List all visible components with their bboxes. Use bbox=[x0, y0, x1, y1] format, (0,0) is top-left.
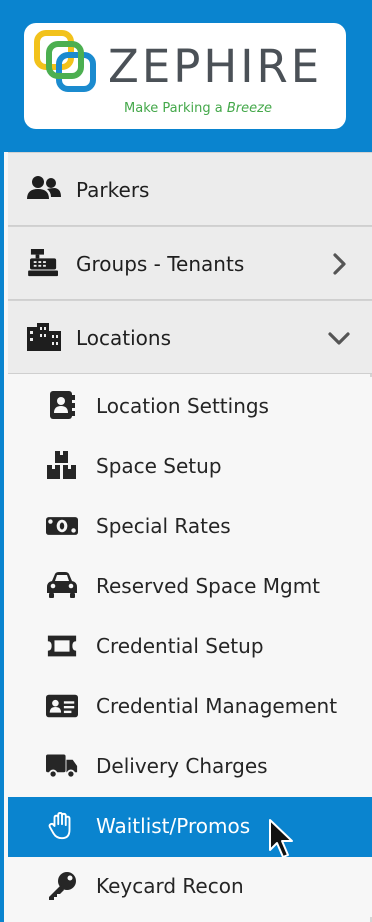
logo[interactable]: ZEPHIRE Make Parking a Breeze bbox=[24, 23, 346, 129]
sidebar-subitem-credential-management[interactable]: Credential Management bbox=[8, 677, 372, 737]
sidebar-subitem-label: Credential Setup bbox=[96, 634, 264, 658]
sidebar-subitem-keycard-recon[interactable]: Keycard Recon bbox=[8, 857, 372, 917]
ticket-icon bbox=[47, 635, 77, 657]
sidebar-item-groups-tenants[interactable]: Groups - Tenants bbox=[8, 226, 372, 300]
boxes-icon bbox=[47, 451, 76, 479]
sidebar-subitem-label: Special Rates bbox=[96, 514, 231, 538]
users-icon bbox=[27, 176, 61, 199]
chevron-down-icon bbox=[328, 332, 350, 345]
sidebar-subitem-space-setup[interactable]: Space Setup bbox=[8, 437, 372, 497]
sidebar-menu: Parkers Groups - Tenants Locations Locat… bbox=[0, 152, 372, 922]
sidebar-subitem-label: Reserved Space Mgmt bbox=[96, 574, 321, 598]
sidebar-subitem-label: Keycard Recon bbox=[96, 874, 244, 898]
sidebar-subitem-label: Credential Management bbox=[96, 694, 338, 718]
sidebar-item-label: Groups - Tenants bbox=[76, 252, 245, 276]
sidebar-subitem-label: Location Settings bbox=[96, 394, 269, 418]
truck-icon bbox=[46, 754, 78, 779]
id-card-icon bbox=[46, 694, 78, 718]
brand-name: ZEPHIRE bbox=[108, 40, 323, 93]
cash-register-icon bbox=[28, 249, 58, 277]
sidebar-subitem-reserved-space-mgmt[interactable]: Reserved Space Mgmt bbox=[8, 557, 372, 617]
building-icon bbox=[27, 323, 61, 351]
sidebar-subitem-label: Waitlist/Promos bbox=[96, 814, 251, 838]
address-book-icon bbox=[50, 391, 75, 419]
money-bill-icon bbox=[46, 517, 78, 535]
sidebar-item-locations[interactable]: Locations bbox=[8, 300, 372, 374]
tagline-start: Make Parking a bbox=[124, 101, 227, 116]
brand-tagline: Make Parking a Breeze bbox=[108, 101, 288, 116]
logo-mark-icon bbox=[34, 30, 96, 92]
sidebar-subitem-special-rates[interactable]: Special Rates bbox=[8, 497, 372, 557]
mouse-pointer-icon bbox=[269, 819, 293, 858]
sidebar-item-label: Locations bbox=[76, 326, 172, 350]
tagline-emphasis: Breeze bbox=[226, 101, 272, 116]
key-icon bbox=[49, 872, 76, 900]
hand-paper-icon bbox=[48, 811, 71, 840]
sidebar-subitem-delivery-charges[interactable]: Delivery Charges bbox=[8, 737, 372, 797]
app-header: ZEPHIRE Make Parking a Breeze bbox=[0, 0, 372, 152]
sidebar-subitem-label: Delivery Charges bbox=[96, 754, 268, 778]
sidebar-subitem-location-settings[interactable]: Location Settings bbox=[8, 377, 372, 437]
sidebar-item-label: Parkers bbox=[76, 178, 150, 202]
car-icon bbox=[47, 572, 77, 598]
sidebar-subitem-waitlist-promos[interactable]: Waitlist/Promos bbox=[8, 797, 372, 857]
chevron-right-icon bbox=[333, 253, 346, 275]
sidebar-item-parkers[interactable]: Parkers bbox=[8, 152, 372, 226]
sidebar-subitem-label: Space Setup bbox=[96, 454, 222, 478]
sidebar-subitem-credential-setup[interactable]: Credential Setup bbox=[8, 617, 372, 677]
